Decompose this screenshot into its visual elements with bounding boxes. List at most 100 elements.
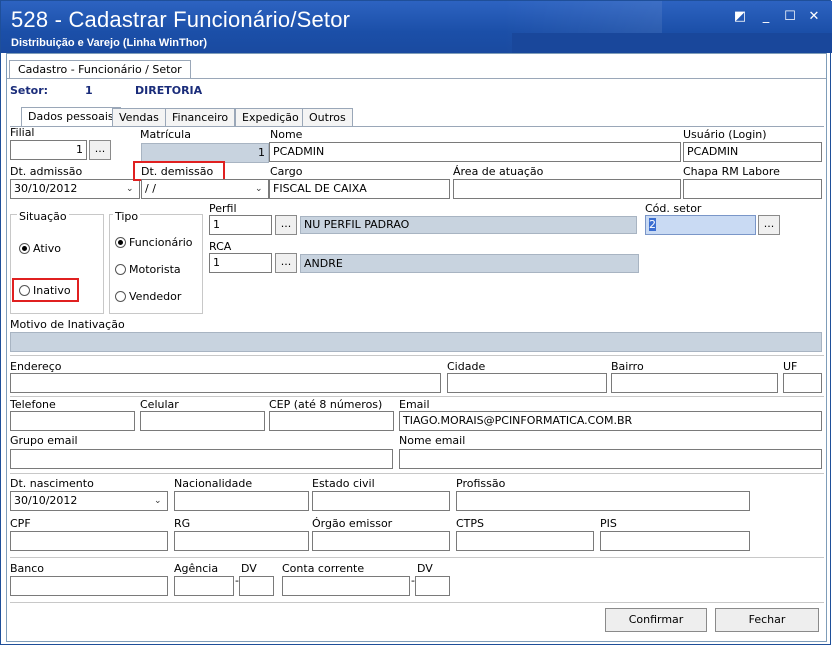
close-icon[interactable]: ✕ [805,9,823,25]
celular-label: Celular [140,398,179,411]
nacionalidade-input[interactable] [174,491,309,511]
radio-funcionario[interactable]: Funcionário [115,236,193,249]
radio-vendedor-label: Vendedor [129,290,182,303]
pis-label: PIS [600,517,617,530]
filial-input[interactable]: 1 [10,140,87,160]
celular-input[interactable] [140,411,265,431]
dt-admissao-label: Dt. admissão [10,165,83,178]
cep-input[interactable] [269,411,394,431]
cep-label: CEP (até 8 números) [269,398,383,411]
ctps-input[interactable] [456,531,594,551]
dt-demissao-label: Dt. demissão [141,165,214,178]
orgao-emissor-input[interactable] [312,531,450,551]
section-divider [10,355,824,356]
chevron-down-icon[interactable]: ⌄ [126,183,136,195]
cargo-label: Cargo [270,165,303,178]
motivo-inativacao-input [10,332,822,352]
matricula-label: Matrícula [140,128,191,141]
grupo-email-input[interactable] [10,449,393,469]
cidade-label: Cidade [447,360,486,373]
fechar-button[interactable]: Fechar [715,608,819,632]
radio-motorista[interactable]: Motorista [115,263,181,276]
dv-conta-label: DV [417,562,433,575]
filial-label: Filial [10,126,35,139]
perfil-code-input[interactable]: 1 [209,215,272,235]
chevron-down-icon[interactable]: ⌄ [255,183,265,195]
radio-vendedor[interactable]: Vendedor [115,290,181,303]
estado-civil-label: Estado civil [312,477,375,490]
perfil-search-button[interactable]: ... [275,215,297,235]
pis-input[interactable] [600,531,750,551]
dt-nascimento-value: 30/10/2012 [14,494,78,507]
chevron-down-icon[interactable]: ⌄ [154,495,164,507]
radio-funcionario-label: Funcionário [129,236,193,249]
dv-conta-input[interactable] [415,576,450,596]
setor-code: 1 [85,84,93,97]
tab-vendas[interactable]: Vendas [112,108,166,127]
cod-setor-input[interactable]: 2 [645,215,756,235]
setor-label: Setor: [10,84,49,97]
radio-ativo[interactable]: Ativo [19,242,61,255]
radio-inativo[interactable]: Inativo [19,284,71,297]
orgao-emissor-label: Órgão emissor [312,517,393,530]
conta-corrente-input[interactable] [282,576,410,596]
uf-label: UF [783,360,798,373]
tab-cadastro[interactable]: Cadastro - Funcionário / Setor [9,60,191,79]
rca-search-button[interactable]: ... [275,253,297,273]
banco-input[interactable] [10,576,168,596]
confirmar-button[interactable]: Confirmar [605,608,707,632]
tab-outros[interactable]: Outros [302,108,353,127]
email-input[interactable]: TIAGO.MORAIS@PCINFORMATICA.COM.BR [399,411,822,431]
radio-motorista-label: Motorista [129,263,181,276]
nome-input[interactable]: PCADMIN [269,142,681,162]
tab-expedicao[interactable]: Expedição [235,108,306,127]
chapa-label: Chapa RM Labore [683,165,780,178]
bairro-input[interactable] [611,373,778,393]
bairro-label: Bairro [611,360,644,373]
cod-setor-value: 2 [649,218,656,231]
cargo-input[interactable]: FISCAL DE CAIXA [269,179,450,199]
endereco-label: Endereço [10,360,62,373]
cpf-input[interactable] [10,531,168,551]
email-label: Email [399,398,430,411]
uf-input[interactable] [783,373,822,393]
filial-search-button[interactable]: ... [89,140,111,160]
nome-email-input[interactable] [399,449,822,469]
maximize-icon[interactable]: ☐ [781,9,799,25]
form-panel: Cadastro - Funcionário / Setor Setor: 1 … [6,53,827,642]
motivo-inativacao-label: Motivo de Inativação [10,318,125,331]
estado-civil-input[interactable] [312,491,450,511]
tab-financeiro[interactable]: Financeiro [165,108,236,127]
ctps-label: CTPS [456,517,485,530]
dt-admissao-value: 30/10/2012 [14,182,78,195]
dt-nascimento-input[interactable]: 30/10/2012 ⌄ [10,491,168,511]
telefone-label: Telefone [10,398,56,411]
rg-input[interactable] [174,531,309,551]
radio-ativo-label: Ativo [33,242,61,255]
profissao-input[interactable] [456,491,750,511]
cod-setor-search-button[interactable]: ... [758,215,780,235]
agencia-label: Agência [174,562,219,575]
cidade-input[interactable] [447,373,607,393]
rca-code-input[interactable]: 1 [209,253,272,273]
cod-setor-label: Cód. setor [645,202,702,215]
dt-admissao-input[interactable]: 30/10/2012 ⌄ [10,179,140,199]
endereco-input[interactable] [10,373,441,393]
dv-agencia-input[interactable] [239,576,274,596]
usuario-input[interactable]: PCADMIN [683,142,822,162]
agencia-input[interactable] [174,576,234,596]
main-window: 528 - Cadastrar Funcionário/Setor Distri… [0,0,832,645]
chapa-input[interactable] [683,179,822,199]
dt-nascimento-label: Dt. nascimento [10,477,94,490]
restore-icon[interactable]: ◩ [731,9,749,25]
minimize-icon[interactable]: _ [757,9,775,25]
area-atuacao-input[interactable] [453,179,681,199]
dt-demissao-input[interactable]: / / ⌄ [141,179,269,199]
banco-label: Banco [10,562,45,575]
tab-dados-pessoais[interactable]: Dados pessoais [21,107,121,127]
section-divider [10,557,824,558]
footer-divider [10,602,824,603]
title-decoration-band [512,33,832,53]
telefone-input[interactable] [10,411,135,431]
section-divider [10,473,824,474]
